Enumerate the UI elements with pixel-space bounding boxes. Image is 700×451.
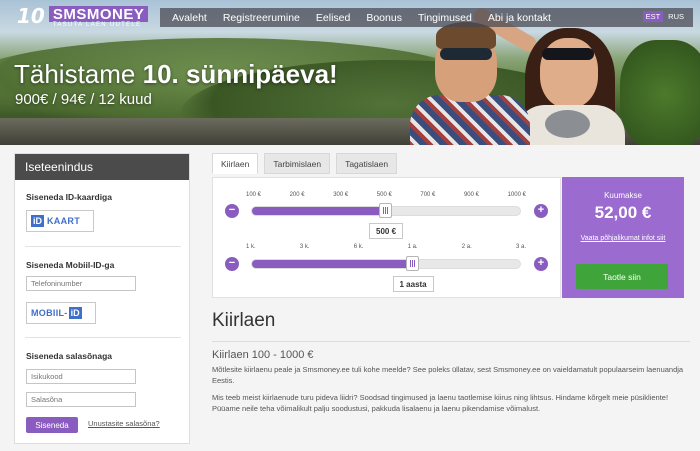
hero-banner: 10 SMSMONEY TASUTA LAEN UUTELE Avaleht R… (0, 0, 700, 145)
personal-code-input[interactable] (26, 369, 136, 384)
hero-subtitle: 900€ / 94€ / 12 kuud (15, 91, 152, 108)
amount-slider-handle[interactable] (379, 203, 392, 218)
logo-name: SMSMONEY (48, 6, 149, 22)
period-tick: 2 a. (461, 244, 472, 250)
logo-brand: SMSMONEY TASUTA LAEN UUTELE (48, 6, 149, 29)
intro-paragraph: Mõtlesite kiirlaenu peale ja Smsmoney.ee… (212, 365, 684, 385)
amount-value: 500 € (369, 223, 404, 239)
password-login-title: Siseneda salasõnaga (26, 351, 112, 361)
id-card-login-title: Siseneda ID-kaardiga (26, 192, 112, 202)
hero-woman-sunglasses (542, 48, 594, 60)
period-tick: 1 a. (407, 244, 418, 250)
language-switcher: EST RUS (642, 11, 687, 22)
tab-tarbimislaen[interactable]: Tarbimislaen (264, 153, 331, 174)
amount-tick: 900 € (463, 192, 479, 198)
tab-tagatislaen[interactable]: Tagatislaen (336, 153, 398, 174)
mobile-id-login-button[interactable]: MOBIIL- iD (26, 302, 96, 324)
period-slider-track[interactable] (251, 259, 521, 269)
forgot-password-link[interactable]: Unustasite salasõna? (88, 419, 160, 428)
period-tick: 3 a. (515, 244, 526, 250)
period-slider-fill (252, 260, 414, 268)
period-value: 1 aasta (392, 276, 434, 292)
tab-kiirlaen[interactable]: Kiirlaen (212, 153, 259, 174)
period-scale: 1 k. 3 k. 6 k. 1 a. 2 a. 3 a. (246, 244, 526, 250)
logo-tagline: TASUTA LAEN UUTELE (52, 22, 142, 28)
divider (25, 246, 181, 247)
amount-minus-button[interactable]: − (225, 204, 239, 218)
hero-title-bold: 10. sünnipäeva! (142, 59, 338, 89)
period-plus-button[interactable]: + (534, 257, 548, 271)
amount-scale: 100 € 200 € 300 € 500 € 700 € 900 € 1000… (246, 192, 526, 198)
logo-number: 10 (17, 4, 45, 28)
divider (212, 341, 690, 342)
loan-calculator: 100 € 200 € 300 € 500 € 700 € 900 € 1000… (212, 177, 561, 298)
period-tick: 3 k. (299, 244, 310, 250)
hero-title-prefix: Tähistame (14, 59, 143, 89)
details-paragraph: Mis teeb meist kiirlaenude turu pideva l… (212, 393, 669, 413)
period-slider-handle[interactable] (406, 256, 419, 271)
id-card-login-button[interactable]: iD KAART (26, 210, 94, 232)
id-card-label: KAART (47, 216, 80, 226)
id-card-icon: iD (31, 215, 44, 227)
page: 10 SMSMONEY TASUTA LAEN UUTELE Avaleht R… (0, 0, 700, 451)
amount-tick: 100 € (246, 192, 262, 198)
nav-item-abi-ja-kontakt[interactable]: Abi ja kontakt (480, 12, 559, 24)
period-tick: 1 k. (246, 244, 256, 250)
monthly-payment-label: Kuumakse (604, 191, 642, 200)
page-title: Kiirlaen (212, 310, 276, 331)
nav-item-boonus[interactable]: Boonus (358, 12, 410, 24)
mobile-id-label: MOBIIL- (31, 308, 68, 318)
apply-button[interactable]: Taotle siin (576, 264, 668, 289)
hero-man-sunglasses (440, 48, 492, 60)
password-input[interactable] (26, 392, 136, 407)
amount-tick: 200 € (289, 192, 305, 198)
main-content: Kiirlaen Kiirlaen 100 - 1000 € Mõtlesite… (212, 310, 690, 414)
nav-item-eelised[interactable]: Eelised (308, 12, 358, 24)
hero-title: Tähistame 10. sünnipäeva! (14, 60, 338, 88)
self-service-title: Iseteenindus (15, 154, 189, 180)
amount-slider-fill (252, 207, 387, 215)
hero-tree (620, 40, 700, 145)
mobile-id-icon: iD (68, 307, 82, 319)
divider (25, 337, 181, 338)
nav-item-registreerumine[interactable]: Registreerumine (215, 12, 308, 24)
hero-scooter (545, 110, 590, 138)
amount-tick: 300 € (333, 192, 349, 198)
amount-tick: 1000 € (507, 192, 526, 198)
monthly-payment-panel: Kuumakse 52,00 € Vaata põhjalikumat info… (562, 177, 684, 298)
self-service-panel: Iseteenindus Siseneda ID-kaardiga iD KAA… (14, 153, 190, 444)
amount-plus-button[interactable]: + (534, 204, 548, 218)
period-minus-button[interactable]: − (225, 257, 239, 271)
login-button[interactable]: Siseneda (26, 417, 78, 433)
hero-man-shirt (410, 95, 530, 145)
nav-item-tingimused[interactable]: Tingimused (410, 12, 480, 24)
site-logo[interactable]: 10 SMSMONEY TASUTA LAEN UUTELE (17, 4, 149, 29)
nav-item-avaleht[interactable]: Avaleht (164, 12, 215, 24)
loan-type-tabs: Kiirlaen Tarbimislaen Tagatislaen (212, 153, 398, 174)
more-info-link[interactable]: Vaata põhjalikumat infot siit (562, 234, 684, 243)
monthly-payment-amount: 52,00 € (594, 203, 652, 222)
lang-est[interactable]: EST (642, 11, 664, 22)
main-nav: Avaleht Registreerumine Eelised Boonus T… (160, 8, 693, 27)
phone-number-input[interactable] (26, 276, 136, 291)
amount-tick: 700 € (420, 192, 436, 198)
lang-rus[interactable]: RUS (665, 11, 687, 22)
period-tick: 6 k. (353, 244, 364, 250)
page-subtitle: Kiirlaen 100 - 1000 € (212, 349, 314, 361)
mobile-id-login-title: Siseneda Mobiil-ID-ga (26, 260, 115, 270)
amount-tick: 500 € (376, 192, 392, 198)
